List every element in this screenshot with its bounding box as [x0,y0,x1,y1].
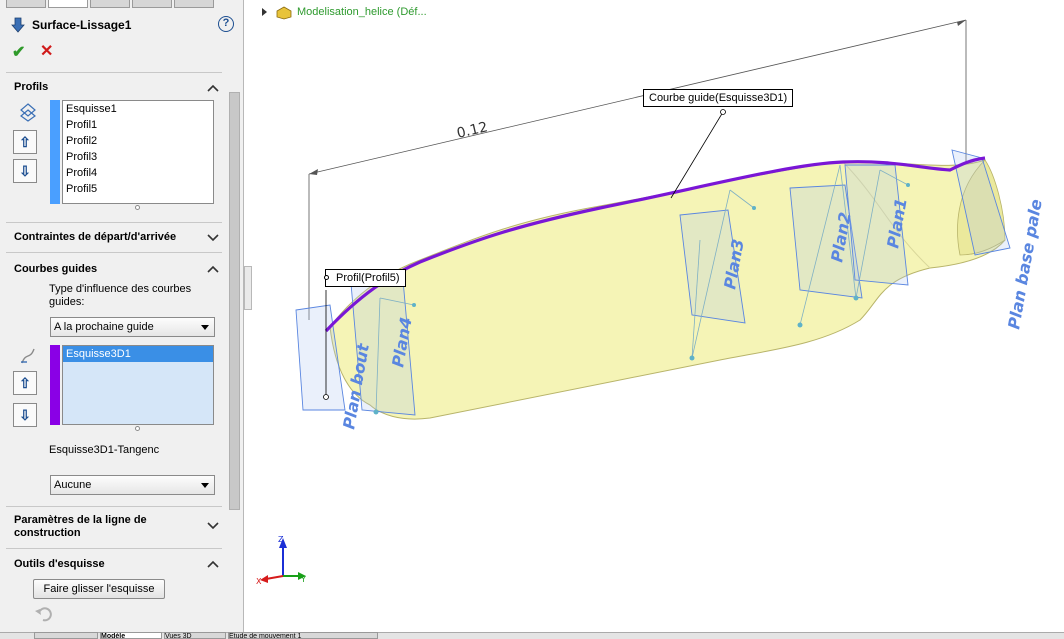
guide-influence-label: Type d'influence des courbes guides: [49,283,192,308]
profiles-section-header[interactable]: Profils [14,81,224,93]
chevron-up-icon[interactable] [206,83,220,93]
list-item[interactable]: Profil3 [63,149,213,165]
callout-anchor [324,275,329,280]
move-down-button[interactable]: ⇩ [13,159,37,183]
guide-influence-select[interactable]: A la prochaine guide [50,317,215,337]
guide-influence-value: A la prochaine guide [54,321,154,333]
list-item[interactable]: Profil4 [63,165,213,181]
dimension-arrow-start [309,169,318,175]
chevron-down-icon[interactable] [206,232,220,242]
tangency-label: Esquisse3D1-Tangenc [49,444,160,456]
ok-button[interactable]: ✔ [12,42,25,62]
property-manager: Surface-Lissage1 ? ✔ ✕ Profils ⇧ ⇩ Esqui… [0,0,244,639]
tab-property-manager[interactable] [48,0,88,8]
list-item[interactable]: Profil5 [63,181,213,197]
tab-dimxpert-manager[interactable] [132,0,172,8]
axis-z-label: Z [278,535,284,544]
list-item[interactable]: Esquisse3D1 [63,346,213,362]
guide-curve-selection-icon [21,348,35,364]
drag-sketch-button[interactable]: Faire glisser l'esquisse [33,579,165,599]
panel-splitter-handle[interactable] [244,266,252,310]
tab-model[interactable]: Modèle [100,632,162,639]
feature-title-row: Surface-Lissage1 [10,14,240,36]
divider [6,506,222,507]
dimension-value[interactable]: 0.12 [455,119,489,142]
feature-title: Surface-Lissage1 [32,18,132,32]
divider [6,548,222,549]
profile-callout[interactable]: Profil(Profil5) [325,269,406,287]
divider [6,252,222,253]
profiles-color-swatch [50,100,60,204]
chevron-up-icon[interactable] [206,264,220,274]
chevron-down-icon[interactable] [206,520,220,530]
callout-anchor [720,109,726,115]
callout-anchor [323,394,329,400]
move-up-button[interactable]: ⇧ [13,130,37,154]
axis-x-label: X [256,577,262,586]
loft-surface-icon [11,17,25,33]
divider [6,222,222,223]
dropdown-arrow-icon [201,483,209,488]
manager-tabs [0,0,244,8]
move-down-button[interactable]: ⇩ [13,403,37,427]
tangency-value: Aucune [54,479,92,491]
move-up-button[interactable]: ⇧ [13,371,37,395]
divider [6,72,222,73]
plane-label: Plan base pale [1004,198,1046,331]
guide-curves-header[interactable]: Courbes guides [14,263,224,275]
tab-nav-arrows[interactable] [34,632,98,639]
list-item[interactable]: Profil1 [63,117,213,133]
guide-curve-callout[interactable]: Courbe guide(Esquisse3D1) [643,89,794,107]
axis-y-label: Y [300,575,306,584]
scrollbar-thumb[interactable] [229,92,240,510]
tab-motion-study[interactable]: Etude de mouvement 1 [228,632,378,639]
profile-selection-icon [20,103,36,122]
start-end-constraints-header[interactable]: Contraintes de départ/d'arrivée [14,231,224,243]
tab-3d-views[interactable]: Vues 3D [164,632,226,639]
list-resize-handle[interactable] [135,205,140,210]
guides-list[interactable]: Esquisse3D1 [62,345,214,425]
list-resize-handle[interactable] [135,426,140,431]
dropdown-arrow-icon [201,325,209,330]
tab-configuration-manager[interactable] [90,0,130,8]
list-item[interactable]: Esquisse1 [63,101,213,117]
centerline-params-header[interactable]: Paramètres de la ligne de construction [14,514,194,540]
tab-display-manager[interactable] [174,0,214,8]
orientation-triad: Z Y X [256,535,306,586]
sketch-tools-header[interactable]: Outils d'esquisse [14,558,224,570]
undo-icon[interactable] [34,604,54,624]
list-item[interactable]: Profil2 [63,133,213,149]
tangency-select[interactable]: Aucune [50,475,215,495]
guides-color-swatch [50,345,60,425]
chevron-up-icon[interactable] [206,559,220,569]
profiles-list[interactable]: Esquisse1 Profil1 Profil2 Profil3 Profil… [62,100,214,204]
help-button[interactable]: ? [218,16,234,32]
tab-feature-manager[interactable] [6,0,46,8]
cancel-button[interactable]: ✕ [40,41,53,61]
